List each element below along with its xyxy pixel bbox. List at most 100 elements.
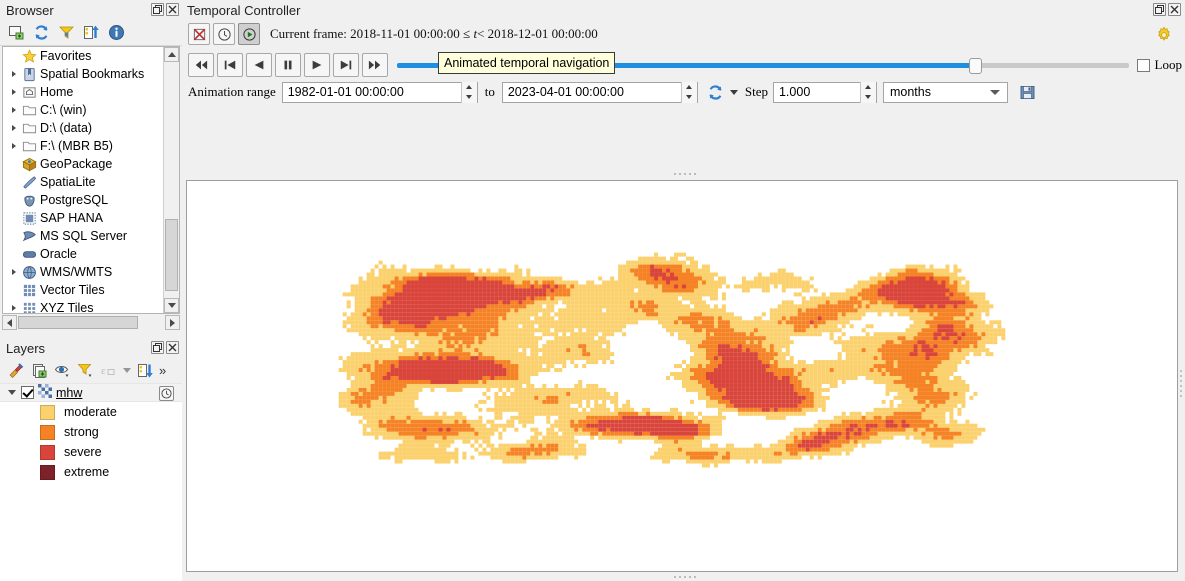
range-start-spinner[interactable]	[460, 81, 477, 103]
browser-tree[interactable]: Favorites Spatial Bookmarks Home C:\ (win) D…	[2, 46, 180, 314]
refresh-range-icon[interactable]	[707, 84, 724, 101]
collapse-arrow-icon[interactable]	[8, 390, 16, 395]
close-panel-icon[interactable]	[166, 3, 179, 16]
folder-icon	[20, 121, 38, 136]
browser-vertical-scrollbar[interactable]	[163, 47, 179, 313]
browser-horizontal-scrollbar[interactable]	[2, 315, 180, 330]
animation-range-end-input[interactable]: 2023-04-01 00:00:00	[501, 81, 698, 103]
collapse-all-icon[interactable]	[83, 24, 100, 41]
browser-item-sap-hana[interactable]: SAP HANA	[3, 209, 164, 227]
layer-item-mhw[interactable]: mhw	[0, 383, 182, 402]
layer-legend-list: moderate strong severe extreme	[0, 402, 182, 482]
play-reverse-button[interactable]	[246, 53, 272, 77]
expand-arrow-icon[interactable]	[7, 125, 20, 131]
scroll-left-icon[interactable]	[2, 315, 17, 330]
manage-visibility-icon[interactable]	[54, 362, 71, 379]
browser-item-postgresql[interactable]: PostgreSQL	[3, 191, 164, 209]
chevron-down-icon[interactable]	[729, 89, 738, 95]
browser-item-oracle[interactable]: Oracle	[3, 245, 164, 263]
filter-legend-icon[interactable]	[77, 362, 94, 379]
step-backward-button[interactable]	[217, 53, 243, 77]
canvas-splitter-right[interactable]	[1180, 370, 1182, 397]
splitter-grip	[674, 575, 696, 578]
animated-temporal-navigation-button[interactable]	[238, 23, 260, 45]
browser-item-home[interactable]: Home	[3, 83, 164, 101]
play-button[interactable]	[304, 53, 330, 77]
fixed-range-temporal-navigation-button[interactable]	[213, 23, 235, 45]
settings-gear-icon[interactable]	[1155, 26, 1173, 44]
bookmark-icon	[20, 67, 38, 82]
chevron-down-icon[interactable]	[123, 367, 131, 373]
float-panel-icon[interactable]	[1153, 3, 1166, 16]
legend-item-severe[interactable]: severe	[0, 442, 182, 462]
animation-range-start-input[interactable]: 1982-01-01 00:00:00	[281, 81, 478, 103]
open-style-manager-icon[interactable]	[8, 362, 25, 379]
scroll-up-icon[interactable]	[164, 47, 179, 62]
expand-arrow-icon[interactable]	[7, 143, 20, 149]
temporal-playback-row: Loop	[188, 52, 1182, 78]
step-forward-button[interactable]	[333, 53, 359, 77]
add-layer-icon[interactable]	[8, 24, 25, 41]
layer-visibility-checkbox[interactable]	[21, 386, 34, 399]
step-spinner[interactable]	[859, 81, 876, 103]
filter-icon[interactable]	[58, 24, 75, 41]
legend-item-strong[interactable]: strong	[0, 422, 182, 442]
scrollbar-thumb[interactable]	[165, 219, 178, 291]
layer-name-label[interactable]: mhw	[56, 386, 82, 400]
browser-item-f-mbr-b5[interactable]: F:\ (MBR B5)	[3, 137, 164, 155]
legend-label: severe	[64, 445, 102, 459]
step-units-select[interactable]: months	[882, 81, 1008, 103]
info-icon[interactable]	[108, 24, 125, 41]
expand-all-icon[interactable]	[137, 362, 154, 379]
expand-arrow-icon[interactable]	[7, 269, 20, 275]
expand-arrow-icon[interactable]	[7, 305, 20, 311]
refresh-icon[interactable]	[33, 24, 50, 41]
layer-temporal-indicator-icon[interactable]	[159, 386, 174, 401]
browser-item-label: Oracle	[40, 247, 77, 261]
pause-button[interactable]	[275, 53, 301, 77]
fast-forward-button[interactable]	[362, 53, 388, 77]
rewind-to-start-button[interactable]	[188, 53, 214, 77]
browser-item-favorites[interactable]: Favorites	[3, 47, 164, 65]
star-icon	[20, 48, 38, 64]
scroll-right-icon[interactable]	[165, 315, 180, 330]
browser-item-label: GeoPackage	[40, 157, 113, 171]
browser-item-ms-sql-server[interactable]: MS SQL Server	[3, 227, 164, 245]
scrollbar-thumb-horizontal[interactable]	[18, 316, 138, 329]
browser-item-xyz-tiles[interactable]: XYZ Tiles	[3, 299, 164, 313]
add-group-icon[interactable]	[31, 362, 48, 379]
expand-arrow-icon[interactable]	[7, 89, 20, 95]
canvas-splitter-top[interactable]	[185, 168, 1185, 180]
browser-item-vector-tiles[interactable]: Vector Tiles	[3, 281, 164, 299]
turn-off-temporal-navigation-button[interactable]	[188, 23, 210, 45]
layers-tree[interactable]: mhw moderate strong severe extreme	[0, 383, 182, 581]
range-end-spinner[interactable]	[680, 81, 697, 103]
sap-hana-icon	[20, 211, 38, 226]
loop-checkbox[interactable]	[1136, 58, 1150, 72]
loop-toggle[interactable]: Loop	[1136, 57, 1182, 73]
float-panel-icon[interactable]	[151, 341, 164, 354]
close-panel-icon[interactable]	[1168, 3, 1181, 16]
legend-item-extreme[interactable]: extreme	[0, 462, 182, 482]
canvas-splitter-bottom[interactable]	[185, 572, 1185, 581]
scroll-down-icon[interactable]	[164, 298, 179, 313]
browser-item-spatial-bookmarks[interactable]: Spatial Bookmarks	[3, 65, 164, 83]
browser-item-spatialite[interactable]: SpatiaLite	[3, 173, 164, 191]
map-canvas[interactable]	[186, 180, 1178, 572]
float-panel-icon[interactable]	[151, 3, 164, 16]
range-to-label: to	[484, 84, 495, 99]
overflow-icon[interactable]: »	[159, 363, 166, 378]
export-animation-icon[interactable]	[1019, 84, 1036, 101]
expand-arrow-icon[interactable]	[7, 71, 20, 77]
browser-item-wms-wmts[interactable]: WMS/WMTS	[3, 263, 164, 281]
legend-label: strong	[64, 425, 99, 439]
browser-item-geopackage[interactable]: GeoPackage	[3, 155, 164, 173]
expand-arrow-icon[interactable]	[7, 107, 20, 113]
close-panel-icon[interactable]	[166, 341, 179, 354]
legend-item-moderate[interactable]: moderate	[0, 402, 182, 422]
browser-item-c-win[interactable]: C:\ (win)	[3, 101, 164, 119]
grid-icon	[20, 283, 38, 298]
slider-handle[interactable]	[968, 58, 982, 74]
browser-item-d-data[interactable]: D:\ (data)	[3, 119, 164, 137]
step-value-input[interactable]: 1.000	[772, 81, 877, 103]
